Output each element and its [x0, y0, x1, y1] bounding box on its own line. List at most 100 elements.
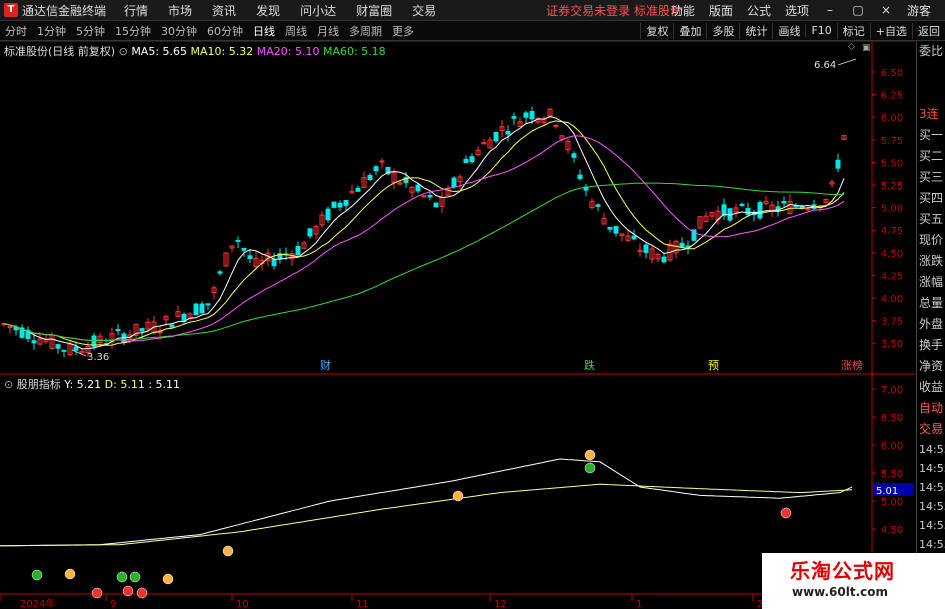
period-tab[interactable]: 1分钟	[35, 23, 68, 39]
indicator-y-value: Y: 5.21	[64, 378, 102, 391]
indicator-third-value: : 5.11	[148, 378, 181, 391]
menu-news[interactable]: 资讯	[212, 2, 236, 19]
candle-body	[373, 166, 379, 172]
sidebar-item: 买二	[919, 149, 944, 163]
date-axis: 2024年 9 10 11 12 1 2	[0, 594, 763, 609]
candle-body	[529, 110, 535, 120]
signal-markers	[31, 449, 792, 599]
sidebar-item: 委比	[919, 44, 944, 58]
sidebar-item: 净资	[919, 359, 944, 373]
sidebar-item: 14:55	[919, 443, 945, 456]
candle-body	[73, 346, 79, 351]
settings-icon[interactable]: ⊙	[119, 45, 128, 58]
period-tab[interactable]: 60分钟	[205, 23, 245, 39]
ma-line-10	[3, 120, 845, 346]
indicator-d-line	[0, 483, 853, 547]
menu-formula[interactable]: 公式	[747, 2, 771, 19]
candle-body	[631, 235, 637, 240]
period-tab[interactable]: 30分钟	[159, 23, 199, 39]
indicator-axis: 7.00 6.50 6.00 5.50 5.00 4.50	[872, 385, 903, 536]
ma-line-20	[3, 135, 845, 342]
period-tab[interactable]: 分时	[3, 23, 29, 39]
sell-signal-icon	[780, 507, 792, 519]
period-tab[interactable]: 多周期	[347, 23, 384, 39]
indicator-tick-label: 5.00	[881, 497, 903, 508]
sidebar-item: 3连	[919, 107, 939, 121]
date-tick-label: 2024年	[20, 597, 55, 609]
event-tag-forecast[interactable]: 预	[708, 359, 719, 372]
candle-body	[523, 112, 529, 118]
main-legend: 标准股份(日线 前复权) ⊙ MA5: 5.65 MA10: 5.32 MA20…	[4, 43, 386, 59]
candle-body	[745, 207, 751, 216]
price-tick-label: 3.75	[881, 317, 903, 328]
candle-body	[835, 159, 841, 169]
minimize-icon[interactable]: –	[823, 3, 837, 17]
maximize-icon[interactable]: ▢	[851, 3, 865, 17]
candle-body	[367, 174, 373, 181]
candle-body	[337, 202, 343, 208]
candle-body	[595, 204, 601, 207]
price-tick-label: 6.00	[881, 113, 903, 124]
indicator-tick-label: 6.00	[881, 441, 903, 452]
menu-wealth[interactable]: 财富圈	[356, 2, 392, 19]
candle-body	[307, 228, 313, 237]
event-tag-drop[interactable]: 跌	[584, 358, 595, 372]
candle-body	[331, 201, 337, 208]
toolbar-button[interactable]: 画线	[772, 22, 805, 39]
toolbar-button[interactable]: +自选	[869, 22, 912, 39]
period-tab-active[interactable]: 日线	[251, 23, 277, 39]
period-tab[interactable]: 月线	[315, 23, 341, 39]
candle-body	[379, 160, 385, 163]
hand-signal-icon	[64, 568, 76, 580]
period-tab-more[interactable]: 更多	[390, 23, 416, 39]
toolbar-button[interactable]: 复权	[640, 22, 673, 39]
period-tab[interactable]: 5分钟	[74, 23, 107, 39]
toolbar-button[interactable]: 标记	[836, 22, 870, 39]
collapse-icon[interactable]: ▣	[862, 43, 871, 53]
kline-chart[interactable]: 6.50 6.25 6.00 5.75 5.50 5.25 5.00 4.75 4.50 4.25…	[0, 41, 915, 609]
diamond-icon[interactable]: ◇	[848, 42, 855, 52]
toolbar-button[interactable]: F10	[805, 24, 836, 37]
candle-body	[469, 156, 475, 163]
period-tab[interactable]: 15分钟	[113, 23, 153, 39]
toolbar-button[interactable]: 返回	[912, 22, 945, 39]
menu-layout[interactable]: 版面	[709, 2, 733, 19]
date-tick-label: 1	[636, 599, 642, 609]
close-icon[interactable]: ×	[879, 3, 893, 17]
ma60-label: MA60: 5.18	[322, 45, 386, 58]
price-tick-label: 6.50	[881, 68, 903, 79]
login-notice: 证券交易未登录 标准股份	[546, 3, 682, 18]
date-tick-label: 10	[236, 599, 249, 609]
menu-options[interactable]: 选项	[785, 2, 809, 19]
candle-body	[427, 195, 433, 198]
menu-market[interactable]: 市场	[168, 2, 192, 19]
current-value-text: 5.01	[876, 486, 898, 497]
sell-signal-icon	[122, 585, 134, 597]
indicator-settings-icon[interactable]: ⊙	[4, 378, 13, 391]
user-label[interactable]: 游客	[907, 2, 931, 19]
price-tick-label: 6.25	[881, 91, 903, 102]
candle-body	[511, 116, 517, 119]
menu-discover[interactable]: 发现	[256, 2, 280, 19]
price-tick-label: 3.50	[881, 339, 903, 350]
candle-body	[55, 344, 61, 349]
toolbar-button[interactable]: 多股	[706, 22, 739, 39]
price-tick-label: 5.00	[881, 204, 903, 215]
sidebar-item	[917, 83, 945, 104]
candle-body	[121, 333, 127, 344]
candle-body	[781, 201, 787, 204]
menu-function[interactable]: 功能	[671, 2, 695, 19]
indicator-legend: ⊙ 股朋指标 Y: 5.21 D: 5.11 : 5.11	[4, 376, 180, 392]
candle-body	[355, 187, 361, 192]
menu-quotes[interactable]: 行情	[124, 2, 148, 19]
toolbar-button[interactable]: 叠加	[673, 22, 706, 39]
event-tag-finance[interactable]: 财	[320, 358, 331, 372]
sidebar-item	[917, 62, 945, 83]
menu-trade[interactable]: 交易	[412, 2, 436, 19]
event-tag-gainers[interactable]: 涨榜	[841, 358, 863, 372]
period-tab[interactable]: 周线	[283, 23, 309, 39]
toolbar-button[interactable]: 统计	[739, 22, 772, 39]
buy-signal-icon	[584, 462, 596, 474]
sidebar-item: 买三	[919, 170, 944, 184]
menu-ask[interactable]: 问小达	[300, 2, 336, 19]
